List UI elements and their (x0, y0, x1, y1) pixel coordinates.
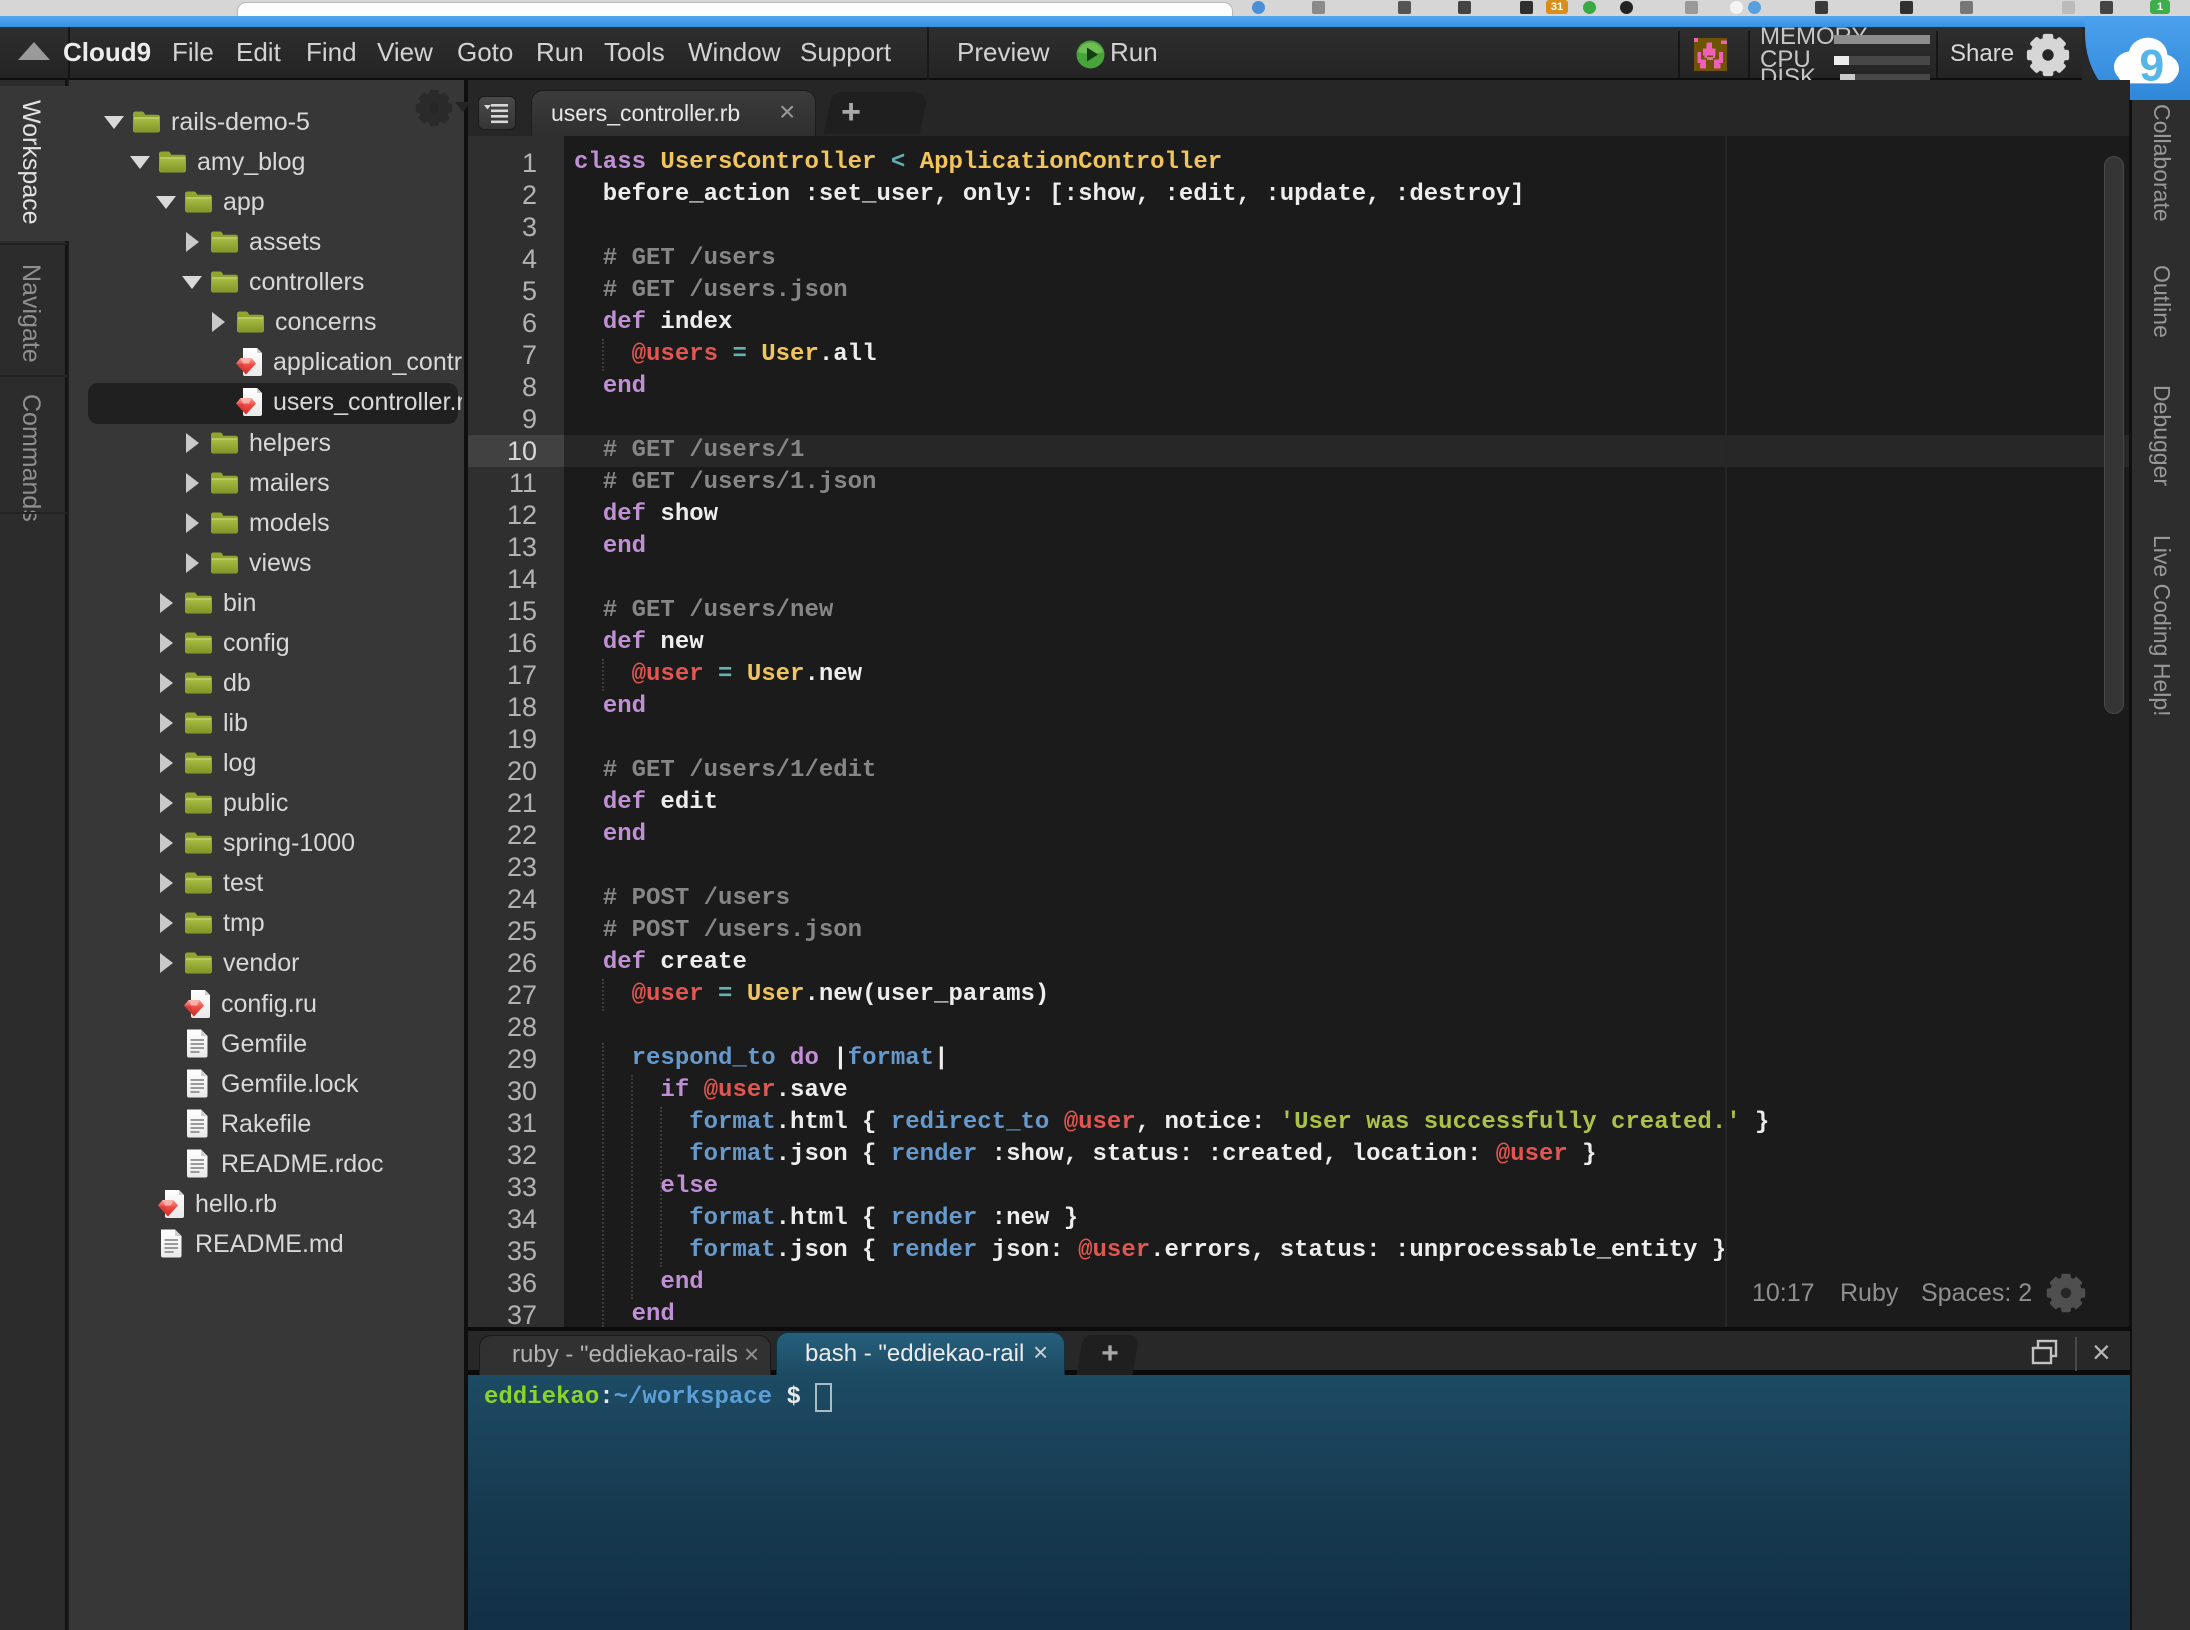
svg-text:9: 9 (2139, 41, 2164, 90)
